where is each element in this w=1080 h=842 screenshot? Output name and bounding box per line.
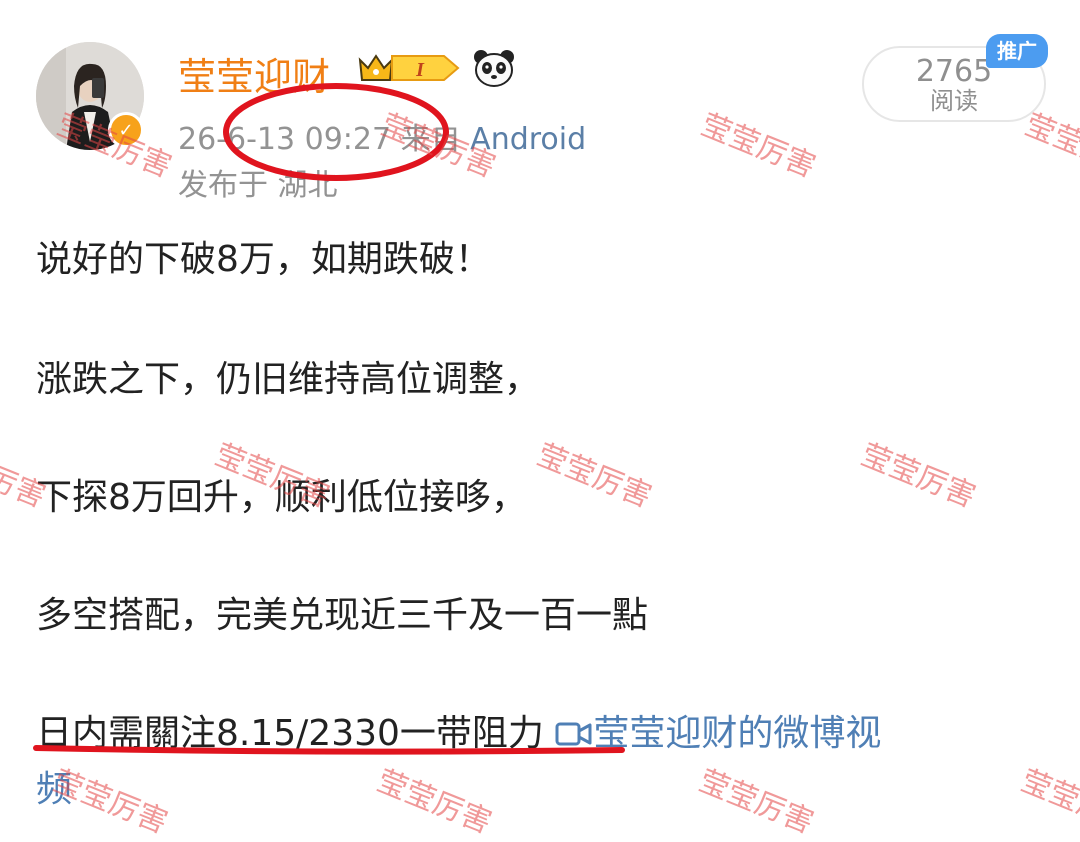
post-time: 26-6-13 09:27 xyxy=(178,122,392,157)
post-source[interactable]: Android xyxy=(470,122,586,157)
video-link-wrap[interactable]: 频 xyxy=(36,760,72,812)
read-label: 阅读 xyxy=(930,87,978,115)
post-line-2: 涨跌之下，仍旧维持高位调整， xyxy=(36,359,541,400)
watermark: 莹莹厉害 xyxy=(1015,763,1080,841)
watermark: 莹莹厉害 xyxy=(855,437,981,515)
post-line-4: 多空搭配，完美兑现近三千及一百一點 xyxy=(36,595,649,636)
post-line-5-text: 日内需關注8.15/2330一带阻力 xyxy=(36,713,544,754)
video-icon xyxy=(555,722,592,746)
vip-badge-icon[interactable]: I xyxy=(358,48,462,88)
verified-icon: ✓ xyxy=(108,112,144,148)
post-meta: 26-6-13 09:27 来自 Android xyxy=(178,114,586,158)
watermark: 莹莹厉害 xyxy=(371,763,497,841)
source-prefix: 来自 xyxy=(400,122,461,157)
vip-level-text: I xyxy=(415,59,425,81)
post-line-1: 说好的下破8万，如期跌破！ xyxy=(36,239,491,280)
promotion-tag[interactable]: 推广 xyxy=(986,34,1048,68)
username[interactable]: 莹莹迎财 xyxy=(178,46,330,101)
post-line-3: 下探8万回升，顺利低位接哆， xyxy=(36,477,527,518)
panda-icon xyxy=(474,50,514,87)
crown-icon xyxy=(358,54,394,81)
watermark: 莹莹厉害 xyxy=(531,437,657,515)
watermark: 莹莹厉害 xyxy=(693,763,819,841)
post-line-5: 日内需關注8.15/2330一带阻力 莹莹迎财的微博视 xyxy=(36,704,881,756)
video-link-text[interactable]: 莹莹迎财的微博视 xyxy=(593,713,881,754)
user-badges: I xyxy=(358,48,516,88)
post-location: 发布于 湖北 xyxy=(178,168,338,203)
video-link[interactable]: 莹莹迎财的微博视 xyxy=(555,713,881,754)
watermark: 莹莹厉害 xyxy=(695,107,821,185)
